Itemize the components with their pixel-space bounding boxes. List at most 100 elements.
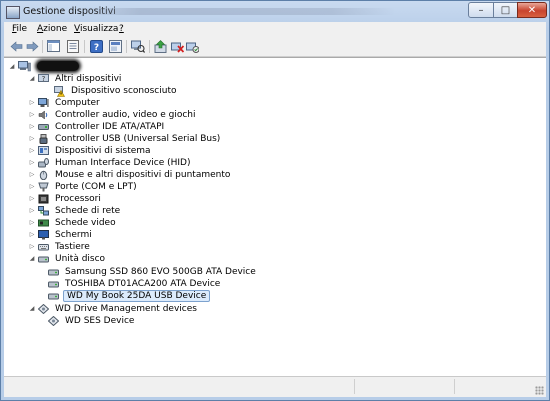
keyboard-icon xyxy=(38,242,49,252)
device-tree-panel[interactable]: ◢ ◢ ? Altri dispositivi Dispositivo scon… xyxy=(4,57,546,376)
menu-file[interactable]: File xyxy=(12,24,27,34)
network-adapter-icon xyxy=(38,206,49,216)
help-icon[interactable]: ? xyxy=(89,39,103,53)
tree-node-controller-ide[interactable]: ▷ Controller IDE ATA/ATAPI xyxy=(28,121,166,133)
title-bar[interactable]: Gestione dispositivi – □ ✕ xyxy=(1,1,549,23)
status-bar-divider xyxy=(354,379,355,394)
collapse-arrow-icon[interactable]: ◢ xyxy=(8,63,16,70)
expand-arrow-icon[interactable]: ▷ xyxy=(28,135,36,142)
tree-node-wd-drive-management[interactable]: ◢ WD Drive Management devices xyxy=(28,303,199,315)
tree-node-label: Dispositivi di sistema xyxy=(55,146,151,156)
maximize-button[interactable]: □ xyxy=(493,2,518,18)
expand-arrow-icon[interactable]: ▷ xyxy=(28,111,36,118)
back-arrow-icon[interactable] xyxy=(9,39,23,53)
system-devices-icon xyxy=(38,146,49,156)
menu-bar: File Azione Visualizza ? xyxy=(4,22,546,38)
forward-arrow-icon[interactable] xyxy=(25,39,39,53)
tree-node-schede-rete[interactable]: ▷ Schede di rete xyxy=(28,205,122,217)
expand-arrow-icon[interactable]: ▷ xyxy=(28,243,36,250)
status-bar xyxy=(4,376,546,397)
svg-text:?: ? xyxy=(42,75,46,83)
wd-management-icon xyxy=(47,315,60,327)
expand-arrow-icon[interactable]: ▷ xyxy=(28,99,36,106)
tree-node-toshiba[interactable]: TOSHIBA DT01ACA200 ATA Device xyxy=(48,278,222,290)
wd-management-icon xyxy=(37,303,50,315)
toolbar-separator xyxy=(84,40,85,53)
disk-drive-icon xyxy=(48,279,59,289)
update-driver-icon[interactable] xyxy=(153,39,167,53)
menu-help[interactable]: ? xyxy=(119,24,124,34)
tree-node-label: WD SES Device xyxy=(65,316,135,326)
resize-grip-icon[interactable] xyxy=(535,386,544,395)
show-hide-console-tree-icon[interactable] xyxy=(46,39,60,53)
tree-node-dispositivo-sconosciuto[interactable]: Dispositivo sconosciuto xyxy=(54,85,178,97)
tree-node-altri-dispositivi[interactable]: ◢ ? Altri dispositivi xyxy=(28,73,123,85)
computer-root-icon xyxy=(18,61,31,72)
device-manager-window: Gestione dispositivi – □ ✕ File Azione V… xyxy=(0,0,550,401)
tree-node-label: Porte (COM e LPT) xyxy=(55,182,137,192)
disk-drive-icon xyxy=(38,254,49,264)
scan-hardware-icon[interactable] xyxy=(131,39,145,53)
tree-node-label: WD Drive Management devices xyxy=(55,304,197,314)
display-adapter-icon xyxy=(38,218,49,228)
blurred-background-text xyxy=(76,8,396,15)
audio-icon xyxy=(38,110,49,120)
expand-arrow-icon[interactable]: ▷ xyxy=(28,207,36,214)
expand-arrow-icon[interactable]: ▷ xyxy=(28,231,36,238)
status-bar-divider xyxy=(454,379,455,394)
tree-node-label: Tastiere xyxy=(55,242,90,252)
tree-node-wd-ses[interactable]: WD SES Device xyxy=(47,315,136,327)
collapse-arrow-icon[interactable]: ◢ xyxy=(28,75,36,82)
help-topics-icon[interactable] xyxy=(108,39,122,53)
expand-arrow-icon[interactable]: ▷ xyxy=(28,219,36,226)
expand-arrow-icon[interactable]: ▷ xyxy=(28,171,36,178)
expand-arrow-icon[interactable]: ▷ xyxy=(28,147,36,154)
monitor-icon xyxy=(38,230,49,240)
toolbar-separator xyxy=(149,40,150,53)
tree-node-label: Schermi xyxy=(55,230,92,240)
tree-node-label: Controller IDE ATA/ATAPI xyxy=(55,122,165,132)
tree-node-label: Controller USB (Universal Serial Bus) xyxy=(55,134,221,144)
device-manager-app-icon xyxy=(6,6,20,19)
toolbar: ? xyxy=(4,37,546,57)
minimize-button[interactable]: – xyxy=(468,2,494,18)
tree-node-porte[interactable]: ▷ Porte (COM e LPT) xyxy=(28,181,139,193)
tree-node-wd-my-book[interactable]: WD My Book 25DA USB Device xyxy=(48,290,211,302)
tree-node-samsung-ssd[interactable]: Samsung SSD 860 EVO 500GB ATA Device xyxy=(48,266,258,278)
toolbar-separator xyxy=(126,40,127,53)
processor-icon xyxy=(38,194,49,204)
tree-node-schermi[interactable]: ▷ Schermi xyxy=(28,229,94,241)
collapse-arrow-icon[interactable]: ◢ xyxy=(28,305,36,312)
redacted-computer-name xyxy=(37,61,79,71)
tree-node-tastiere[interactable]: ▷ Tastiere xyxy=(28,241,92,253)
expand-arrow-icon[interactable]: ▷ xyxy=(28,195,36,202)
tree-node-dispositivi-sistema[interactable]: ▷ Dispositivi di sistema xyxy=(28,145,153,157)
menu-azione[interactable]: Azione xyxy=(37,24,67,34)
enable-device-icon[interactable] xyxy=(185,39,199,53)
tree-node-schede-video[interactable]: ▷ Schede video xyxy=(28,217,118,229)
tree-node-controller-audio[interactable]: ▷ Controller audio, video e giochi xyxy=(28,109,198,121)
properties-icon[interactable] xyxy=(66,39,80,53)
menu-visualizza[interactable]: Visualizza xyxy=(74,24,118,34)
tree-node-hid[interactable]: ▷ Human Interface Device (HID) xyxy=(28,157,193,169)
toolbar-separator xyxy=(42,40,43,53)
mouse-icon xyxy=(38,170,49,181)
tree-node-computer[interactable]: ▷ Computer xyxy=(28,97,102,109)
close-button[interactable]: ✕ xyxy=(517,2,547,18)
expand-arrow-icon[interactable]: ▷ xyxy=(28,159,36,166)
tree-node-unita-disco[interactable]: ◢ Unità disco xyxy=(28,253,107,265)
tree-node-controller-usb[interactable]: ▷ Controller USB (Universal Serial Bus) xyxy=(28,133,222,145)
tree-node-label: WD My Book 25DA USB Device xyxy=(63,290,211,302)
uninstall-device-icon[interactable] xyxy=(170,39,184,53)
disk-drive-icon xyxy=(48,267,59,277)
tree-node-label: Schede di rete xyxy=(55,206,121,216)
tree-node-mouse[interactable]: ▷ Mouse e altri dispositivi di puntament… xyxy=(28,169,232,181)
tree-node-label: Computer xyxy=(55,98,100,108)
tree-node-label: Mouse e altri dispositivi di puntamento xyxy=(55,170,231,180)
tree-node-label: Unità disco xyxy=(55,254,106,264)
expand-arrow-icon[interactable]: ▷ xyxy=(28,123,36,130)
expand-arrow-icon[interactable]: ▷ xyxy=(28,183,36,190)
collapse-arrow-icon[interactable]: ◢ xyxy=(28,255,36,262)
tree-node-processori[interactable]: ▷ Processori xyxy=(28,193,103,205)
warning-device-icon xyxy=(54,86,66,97)
